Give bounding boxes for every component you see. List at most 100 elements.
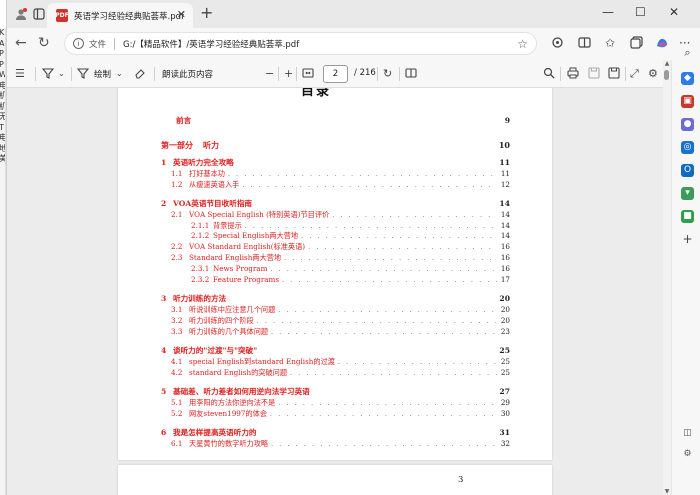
toc-entry[interactable]: 2.1.2 Special English两大营地. . . . . . . . … — [161, 231, 510, 241]
sidebar-games-icon[interactable]: ● — [681, 118, 694, 131]
toc-entry[interactable]: 1.2 从瘦速英语入手. . . . . . . . . . . . . . . … — [161, 180, 510, 190]
toc-entry[interactable]: 3.1 听说训练中应注意几个问题. . . . . . . . . . . . .… — [161, 305, 510, 315]
rotate-icon[interactable]: ↻ — [383, 67, 392, 80]
draw-icon[interactable] — [76, 67, 90, 82]
scroll-up-icon[interactable]: ▲ — [663, 60, 671, 67]
sidebar-drop-icon[interactable]: ▾ — [681, 187, 694, 200]
collections-icon[interactable] — [630, 36, 643, 52]
eraser-icon[interactable] — [134, 67, 146, 82]
toc-entry[interactable]: 1.1 打好基本功. . . . . . . . . . . . . . . . … — [161, 169, 510, 179]
url-text[interactable]: G:/【精品软件】/英语学习经验经典贴荟萃.pdf — [123, 38, 299, 50]
sidebar-search-icon[interactable]: ⌕ — [681, 46, 694, 59]
toc-entry-page: 16 — [500, 264, 510, 273]
toc-entry[interactable]: 5.2 网友steven1997的体会. . . . . . . . . . . … — [161, 409, 510, 419]
toc-entry-number: 2.1 — [171, 210, 183, 219]
page-number-input[interactable]: 2 — [323, 65, 348, 83]
toc-entry-number: 3.1 — [171, 305, 183, 314]
strip-char: W — [0, 70, 5, 81]
toc-entry[interactable]: 3.3 听力训练的几个具体问题. . . . . . . . . . . . . … — [161, 327, 510, 337]
fit-page-icon[interactable] — [302, 67, 314, 82]
browser-window: PDF 英语学习经验经典贴荟萃.pdf ✕ + — ☐ ✕ ← ↻ i 文件 G… — [6, 0, 700, 495]
refresh-icon[interactable]: ↻ — [38, 36, 50, 50]
toc-entry-title: 用李阳的方法你逆向法不是 — [189, 398, 276, 407]
toc-entry[interactable]: 2.3.1 News Program. . . . . . . . . . . .… — [161, 264, 510, 274]
scrollbar-thumb[interactable] — [664, 70, 669, 80]
address-bar[interactable]: i 文件 G:/【精品软件】/英语学习经验经典贴荟萃.pdf ☆ — [64, 32, 537, 55]
toc-entry-title: 背景提示 — [213, 221, 242, 230]
pdf-viewport[interactable]: 目录 前言 9 第一部分 听力 10 1 英语听力完全攻略 11 1.1 打好基本功. . . .… — [7, 88, 671, 495]
favorite-star-icon[interactable]: ☆ — [517, 37, 528, 51]
favorites-icon[interactable]: ✩ — [605, 36, 615, 50]
close-tab-icon[interactable]: ✕ — [177, 8, 186, 21]
toc-leader-dots: . . . . . . . . . . . . . . . . . . . . … — [301, 233, 497, 240]
toc-entry[interactable]: 2.2 VOA Standard English(标准英语). . . . . .… — [161, 242, 510, 252]
toc-entry[interactable]: 1 英语听力完全攻略 11 — [161, 158, 510, 167]
profile-icon[interactable] — [13, 6, 29, 22]
tab-pdf[interactable]: PDF 英语学习经验经典贴荟萃.pdf ✕ — [47, 3, 193, 28]
contents-icon[interactable]: ☰ — [15, 67, 25, 80]
toc-entry-number: 第一部分 — [161, 140, 193, 150]
toc-entry[interactable]: 2.3.2 Feature Programs. . . . . . . . . .… — [161, 275, 510, 285]
toc-entry-number: 3 — [161, 294, 167, 303]
toc-entry-number: 4 — [161, 346, 167, 355]
settings-icon[interactable]: ⚙ — [648, 67, 658, 80]
save-as-icon[interactable] — [608, 67, 620, 82]
divider — [35, 67, 36, 81]
toc-entry[interactable]: 4.2 standard English的突破问题. . . . . . . . … — [161, 368, 510, 378]
info-icon[interactable]: i — [73, 38, 84, 49]
sidebar-settings-icon[interactable]: ⚙ — [681, 448, 694, 461]
sidebar-add-icon[interactable]: + — [681, 233, 694, 246]
toc-entry[interactable]: 6.1 天星黄竹的数字听力攻略. . . . . . . . . . . . . … — [161, 439, 510, 449]
toc-entry[interactable]: 2.3 Standard English两大营地. . . . . . . . .… — [161, 253, 510, 263]
sidebar-office-icon[interactable]: ◎ — [681, 141, 694, 154]
read-aloud-button[interactable]: 朗读此页内容 — [162, 68, 213, 80]
toc-entry-page: 17 — [500, 275, 510, 284]
sidebar-collapse-icon[interactable]: ◫ — [681, 427, 694, 440]
draw-button[interactable]: 绘制 — [94, 68, 111, 80]
page-total: / 216 — [354, 68, 376, 78]
toc-entry[interactable]: 4 谈听力的"过渡"与"突破" 25 — [161, 346, 510, 355]
sidebar-app-icon[interactable]: ■ — [681, 210, 694, 223]
split-screen-icon[interactable] — [578, 36, 591, 52]
new-tab-icon[interactable]: + — [200, 5, 213, 21]
toc-entry[interactable]: 2.1 VOA Special English (特别英语)节目评价. . . .… — [161, 210, 510, 220]
page-view-icon[interactable] — [405, 67, 417, 82]
expand-icon[interactable]: ⤢ — [630, 67, 639, 80]
sidebar-shopping-icon[interactable]: ◆ — [681, 72, 694, 85]
save-icon[interactable] — [588, 67, 600, 82]
sidebar-tools-icon[interactable]: ▣ — [681, 95, 694, 108]
search-icon[interactable] — [543, 67, 555, 82]
chevron-down-icon[interactable]: ⌄ — [116, 67, 123, 80]
toc-entry[interactable]: 5.1 用李阳的方法你逆向法不是. . . . . . . . . . . . .… — [161, 398, 510, 408]
chevron-down-icon[interactable]: ⌄ — [58, 67, 65, 80]
toc-entry[interactable]: 6 我是怎样提高英语听力的 31 — [161, 428, 510, 437]
print-icon[interactable] — [567, 67, 579, 82]
pdf-scrollbar[interactable]: ▲ ▼ — [663, 60, 671, 495]
toc-entry[interactable]: 4.1 special English到standard English的过渡. … — [161, 357, 510, 367]
tab-actions-icon[interactable] — [31, 6, 47, 22]
scroll-down-icon[interactable]: ▼ — [663, 488, 671, 495]
toc-entry-title: 天星黄竹的数字听力攻略 — [189, 439, 269, 448]
toc-leader-dots: . . . . . . . . . . . . . . . . . . . . … — [270, 411, 497, 418]
minimize-icon[interactable]: — — [602, 5, 614, 19]
toc-entry-page: 23 — [500, 327, 510, 336]
filter-icon[interactable] — [41, 67, 55, 82]
zoom-in-icon[interactable]: + — [284, 67, 293, 80]
toc-entry[interactable]: 第一部分 听力 10 — [161, 141, 510, 150]
sidebar-outlook-icon[interactable]: O — [681, 164, 694, 177]
toc-entry[interactable]: 前言 9 — [161, 116, 510, 125]
toc-entry[interactable]: 2.1.1 背景提示. . . . . . . . . . . . . . . .… — [161, 221, 510, 231]
copilot-icon[interactable] — [655, 36, 669, 53]
back-icon[interactable]: ← — [15, 36, 27, 50]
close-window-icon[interactable]: ✕ — [669, 5, 679, 19]
zoom-out-icon[interactable]: − — [265, 67, 274, 80]
toc-entry-page: 14 — [500, 210, 510, 219]
toc-entry[interactable]: 3.2 听力训练的四个阶段. . . . . . . . . . . . . . … — [161, 316, 510, 326]
extensions-icon[interactable] — [551, 36, 564, 52]
toc-entry-title: 听力训练的方法 — [173, 294, 227, 303]
toc-entry[interactable]: 3 听力训练的方法 20 — [161, 294, 510, 303]
toc-entry[interactable]: 5 基础差、听力差者如何用逆向法学习英语 27 — [161, 387, 510, 396]
maximize-icon[interactable]: ☐ — [635, 5, 646, 19]
divider — [296, 67, 297, 81]
toc-entry[interactable]: 2 VOA英语节目收听指南 14 — [161, 199, 510, 208]
